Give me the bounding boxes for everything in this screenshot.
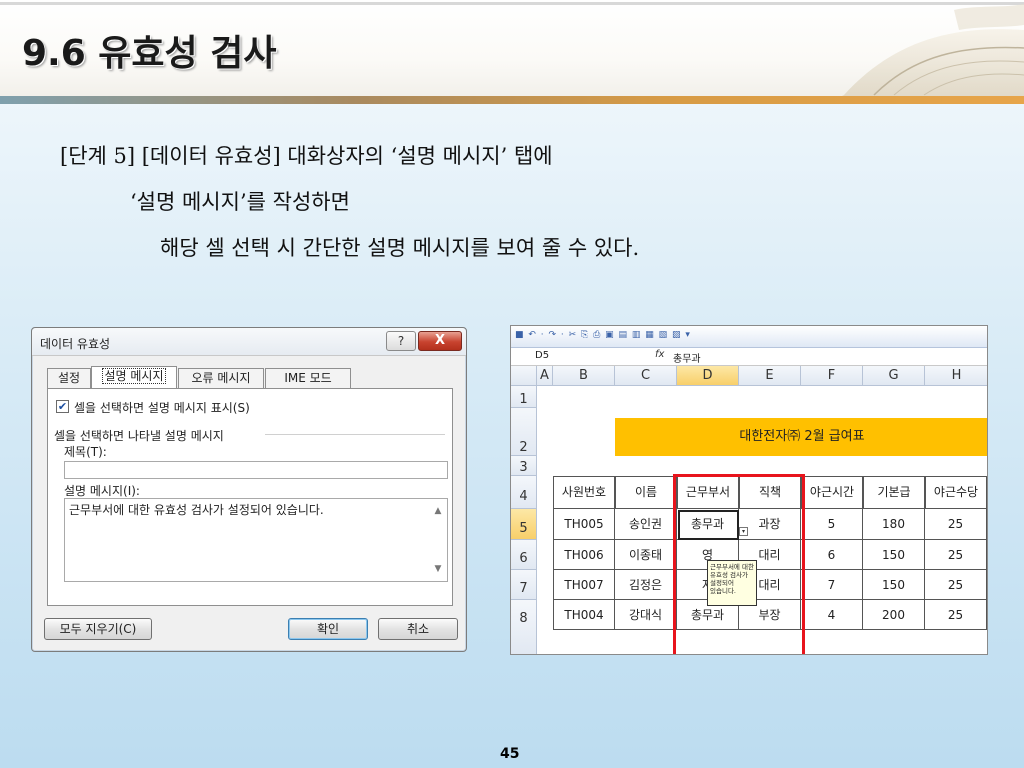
scroll-down-icon[interactable]: ▼ [432, 564, 444, 574]
select-all-corner[interactable] [511, 366, 537, 386]
cancel-button[interactable]: 취소 [378, 618, 458, 640]
col-header-selected[interactable]: D [677, 366, 739, 386]
help-button[interactable]: ? [386, 331, 416, 351]
col-header[interactable]: B [553, 366, 615, 386]
row-header[interactable]: 4 [511, 476, 537, 509]
toolbar-icons[interactable]: ■ ↶ · ↷ · ✂ ⎘ ⎙ ▣ ▤ ▥ ▦ ▧ ▨ ▾ [515, 330, 691, 340]
table-header-cell[interactable]: 이름 [615, 476, 677, 509]
input-message-tooltip: 근무부서에 대한 유효성 검사가 설정되어 있습니다. [707, 560, 757, 606]
name-box[interactable]: D5 [535, 350, 549, 361]
slide-header: 9.6 유효성 검사 [0, 0, 1024, 104]
row-header[interactable]: 6 [511, 540, 537, 570]
title-input[interactable] [64, 461, 448, 479]
table-cell[interactable]: 7 [801, 570, 863, 600]
title-field-label: 제목(T): [64, 445, 107, 459]
table-cell[interactable]: 25 [925, 540, 987, 570]
quick-access-toolbar: ■ ↶ · ↷ · ✂ ⎘ ⎙ ▣ ▤ ▥ ▦ ▧ ▨ ▾ [511, 326, 987, 348]
row-header[interactable]: 1 [511, 386, 537, 408]
row-header[interactable]: 7 [511, 570, 537, 600]
tooltip-line: 설정되어 [710, 579, 734, 587]
table-cell[interactable]: 6 [801, 540, 863, 570]
table-cell[interactable]: 180 [863, 509, 925, 540]
table-cell[interactable]: 150 [863, 540, 925, 570]
formula-value[interactable]: 총무과 [673, 350, 701, 365]
table-header-cell[interactable]: 야근수당 [925, 476, 987, 509]
slide-title: 9.6 유효성 검사 [22, 33, 277, 74]
table-cell[interactable]: TH004 [553, 600, 615, 630]
col-header[interactable]: G [863, 366, 925, 386]
fx-icon[interactable]: fx [655, 349, 664, 360]
table-cell[interactable]: TH007 [553, 570, 615, 600]
group-divider [265, 434, 445, 435]
table-cell[interactable]: 김정은 [615, 570, 677, 600]
header-divider-band [0, 96, 1024, 104]
row-header[interactable]: 3 [511, 456, 537, 476]
col-header[interactable]: F [801, 366, 863, 386]
tab-error-alert[interactable]: 오류 메시지 [178, 368, 264, 388]
table-cell[interactable]: 200 [863, 600, 925, 630]
group-label: 셀을 선택하면 나타낼 설명 메시지 [54, 429, 224, 443]
table-cell[interactable]: 150 [863, 570, 925, 600]
table-cell[interactable]: 25 [925, 600, 987, 630]
table-cell[interactable]: 강대식 [615, 600, 677, 630]
close-button[interactable]: X [418, 331, 462, 351]
table-cell[interactable]: TH005 [553, 509, 615, 540]
tooltip-line: 근무부서에 대한 [710, 563, 754, 571]
table-cell[interactable]: TH006 [553, 540, 615, 570]
col-header[interactable]: E [739, 366, 801, 386]
data-validation-dialog: 데이터 유효성 ? X 설정 설명 메시지 오류 메시지 IME 모드 ✔ 셀을… [31, 327, 467, 652]
show-message-checkbox[interactable]: ✔ [56, 400, 69, 413]
row-header[interactable]: 2 [511, 408, 537, 456]
table-header-cell[interactable]: 야근시간 [801, 476, 863, 509]
dialog-titlebar[interactable]: 데이터 유효성 ? X [32, 328, 466, 356]
body-line-3: 해당 셀 선택 시 간단한 설명 메시지를 보여 줄 수 있다. [160, 236, 640, 260]
row-header[interactable]: 8 [511, 600, 537, 654]
book-illustration-icon [834, 4, 1024, 100]
body-line-2: ‘설명 메시지’를 작성하면 [130, 190, 350, 214]
col-header[interactable]: A [537, 366, 553, 386]
ok-button[interactable]: 확인 [288, 618, 368, 640]
message-text: 근무부서에 대한 유효성 검사가 설정되어 있습니다. [69, 503, 324, 517]
tooltip-line: 있습니다. [710, 587, 736, 595]
row-header-selected[interactable]: 5 [511, 509, 537, 540]
table-header-cell[interactable]: 기본급 [863, 476, 925, 509]
title-banner-cell[interactable]: 대한전자㈜ 2월 급여표 [615, 418, 987, 456]
table-cell[interactable]: 5 [801, 509, 863, 540]
scroll-up-icon[interactable]: ▲ [432, 506, 444, 516]
table-cell[interactable]: 25 [925, 570, 987, 600]
tab-input-message[interactable]: 설명 메시지 [91, 366, 177, 388]
tab-settings[interactable]: 설정 [47, 368, 91, 388]
page-number: 45 [500, 746, 520, 762]
table-cell[interactable]: 이종태 [615, 540, 677, 570]
col-header[interactable]: C [615, 366, 677, 386]
message-textarea[interactable]: 근무부서에 대한 유효성 검사가 설정되어 있습니다. [64, 498, 448, 582]
table-cell[interactable]: 송인권 [615, 509, 677, 540]
body-line-1: [단계 5] [데이터 유효성] 대화상자의 ‘설명 메시지’ 탭에 [60, 144, 553, 168]
formula-bar: D5 fx 총무과 [511, 348, 987, 366]
table-header-cell[interactable]: 사원번호 [553, 476, 615, 509]
clear-all-button[interactable]: 모두 지우기(C) [44, 618, 152, 640]
col-header[interactable]: H [925, 366, 987, 386]
dialog-title: 데이터 유효성 [40, 337, 111, 351]
show-message-checkbox-label[interactable]: 셀을 선택하면 설명 메시지 표시(S) [74, 399, 250, 416]
message-field-label: 설명 메시지(I): [64, 484, 140, 498]
table-cell[interactable]: 4 [801, 600, 863, 630]
excel-window: ■ ↶ · ↷ · ✂ ⎘ ⎙ ▣ ▤ ▥ ▦ ▧ ▨ ▾ D5 fx 총무과 … [510, 325, 988, 655]
tooltip-line: 유효성 검사가 [710, 571, 748, 579]
tab-ime-mode[interactable]: IME 모드 [265, 368, 351, 388]
table-cell[interactable]: 25 [925, 509, 987, 540]
